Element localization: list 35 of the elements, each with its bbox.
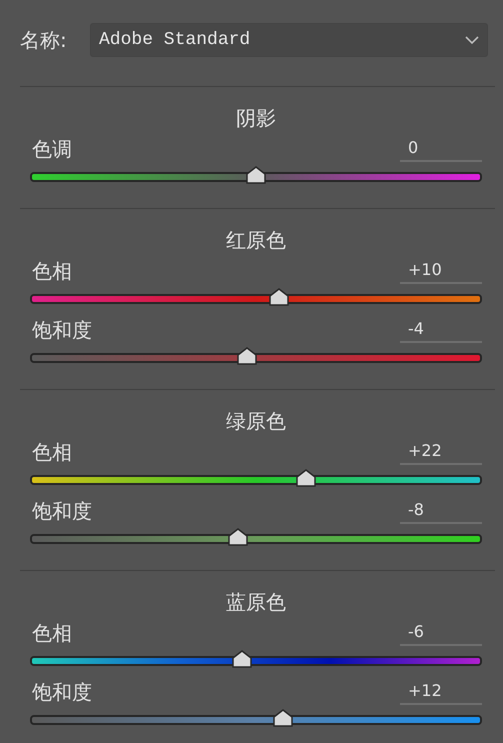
slider-track[interactable] bbox=[30, 468, 482, 488]
slider-track[interactable] bbox=[30, 287, 482, 307]
value-field[interactable]: +12 bbox=[400, 679, 482, 705]
chevron-icon bbox=[465, 36, 479, 44]
slider-label: 饱和度 bbox=[32, 679, 92, 706]
value-field[interactable]: -4 bbox=[400, 317, 482, 343]
slider-track[interactable] bbox=[30, 708, 482, 728]
slider-label: 色相 bbox=[32, 439, 72, 466]
value-field[interactable]: +22 bbox=[400, 439, 482, 465]
section-title: 阴影 bbox=[236, 105, 276, 132]
slider-thumb[interactable] bbox=[228, 528, 248, 546]
slider-thumb[interactable] bbox=[236, 347, 257, 365]
slider-label: 色相 bbox=[32, 258, 72, 285]
slider-track[interactable] bbox=[30, 346, 482, 366]
slider-label: 色相 bbox=[32, 620, 72, 647]
slider-label: 色调 bbox=[32, 136, 72, 163]
profile-label: 名称: bbox=[20, 26, 68, 54]
section-title: 绿原色 bbox=[226, 408, 286, 435]
section-title: 红原色 bbox=[226, 227, 286, 254]
slider-thumb[interactable] bbox=[246, 166, 266, 184]
slider-thumb[interactable] bbox=[273, 709, 294, 727]
value-field[interactable]: 0 bbox=[400, 136, 482, 162]
value-field[interactable]: -8 bbox=[400, 498, 482, 524]
slider-track[interactable] bbox=[30, 527, 482, 547]
slider-thumb[interactable] bbox=[232, 650, 252, 668]
slider-track[interactable] bbox=[30, 649, 482, 669]
slider-label: 饱和度 bbox=[32, 317, 92, 344]
slider-label: 饱和度 bbox=[32, 498, 92, 525]
value-field[interactable]: +10 bbox=[400, 258, 482, 284]
slider-track[interactable] bbox=[30, 165, 482, 185]
value-field[interactable]: -6 bbox=[400, 620, 482, 646]
slider-thumb[interactable] bbox=[268, 288, 289, 306]
section-title: 蓝原色 bbox=[226, 589, 286, 616]
profile-dropdown[interactable]: Adobe Standard bbox=[90, 23, 488, 57]
slider-thumb[interactable] bbox=[296, 469, 316, 487]
